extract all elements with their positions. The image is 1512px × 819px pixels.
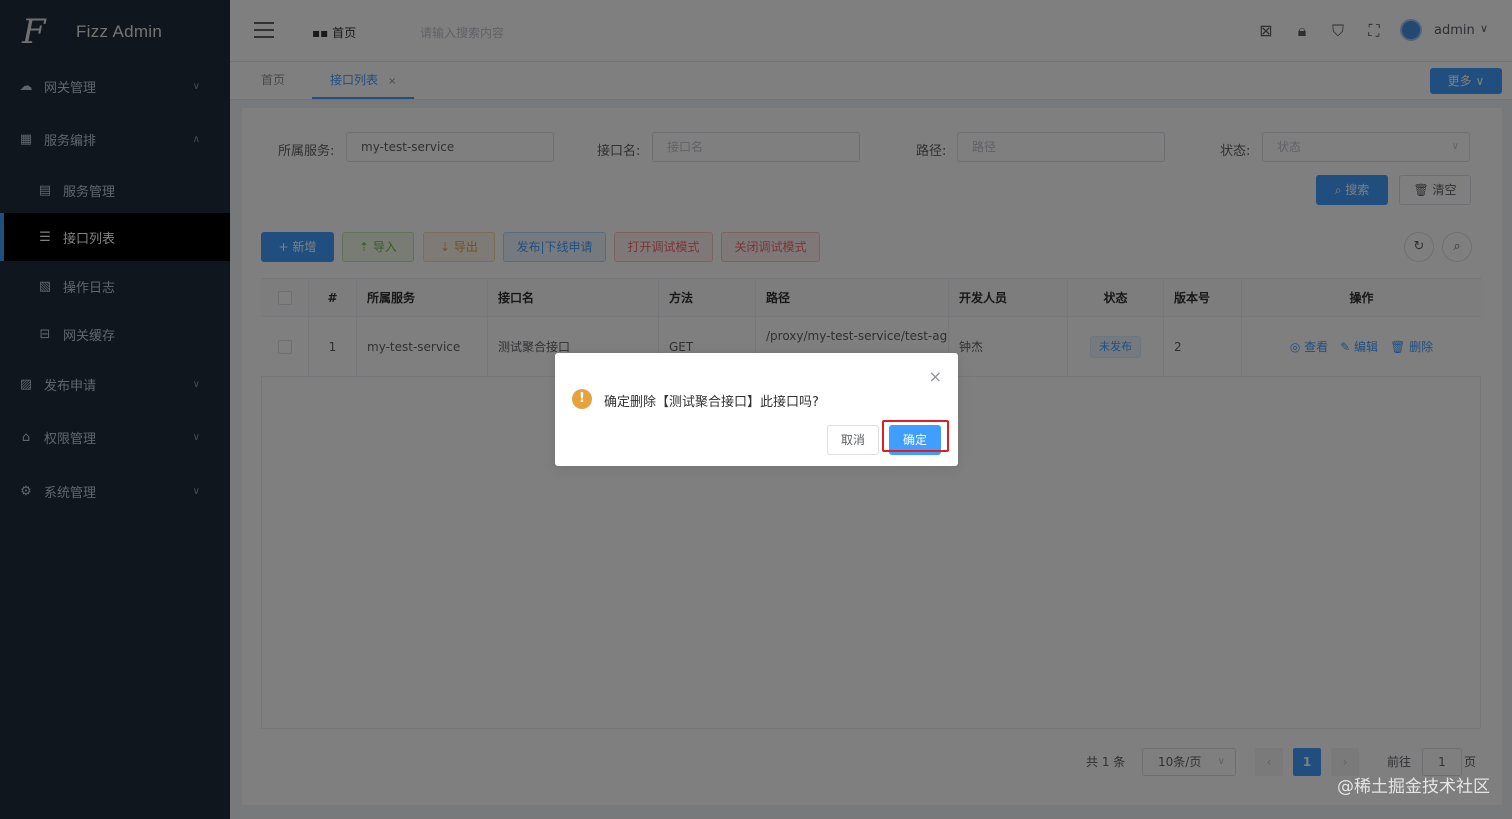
confirm-delete-dialog: × ! 确定删除【测试聚合接口】此接口吗? 取消 确定 [555, 353, 958, 466]
confirm-button[interactable]: 确定 [889, 425, 941, 455]
close-icon[interactable]: × [929, 369, 942, 385]
dialog-message: 确定删除【测试聚合接口】此接口吗? [604, 395, 819, 410]
cancel-button[interactable]: 取消 [827, 425, 879, 455]
warning-icon: ! [572, 389, 592, 409]
watermark: @稀土掘金技术社区 [1337, 777, 1490, 797]
